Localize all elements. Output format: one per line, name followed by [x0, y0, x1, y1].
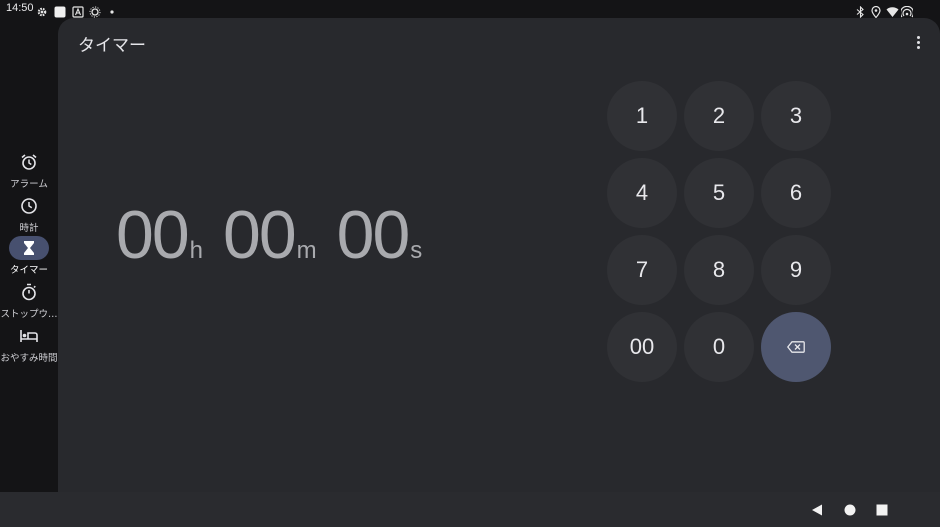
hourglass-icon: [24, 241, 34, 255]
more-notifications-dot-icon: [108, 3, 120, 15]
navigation-rail: アラーム 時計 タイマー ストップウ… おやすみ時間: [0, 18, 58, 492]
timer-seconds: 00: [336, 197, 411, 273]
keypad-key-7[interactable]: 7: [607, 235, 677, 305]
overflow-dot: [916, 35, 920, 39]
status-bar: 14:50: [0, 0, 940, 19]
keypad-key-5[interactable]: 5: [684, 158, 754, 228]
brightness-icon: [89, 3, 101, 18]
home-circle-icon: [844, 504, 856, 516]
clock-icon-container: [9, 194, 49, 218]
timer-main-panel: タイマー 00 h 00 m 00 s 1 2 3 4 5 6 7 8 9 00…: [58, 18, 940, 492]
system-navigation-bar: [0, 492, 940, 527]
overflow-menu-button[interactable]: [908, 32, 928, 52]
nav-item-timer[interactable]: タイマー: [0, 236, 58, 280]
timer-hours-unit: h: [189, 237, 203, 264]
hotspot-icon: [899, 3, 915, 18]
keypad-key-00[interactable]: 00: [607, 312, 677, 382]
bed-icon: [20, 330, 38, 342]
overflow-dot: [916, 40, 920, 44]
keypad-key-3[interactable]: 3: [761, 81, 831, 151]
recents-button[interactable]: [874, 502, 890, 518]
nav-label-timer: タイマー: [9, 265, 48, 276]
timer-minutes: 00: [223, 197, 297, 273]
nav-label-alarm: アラーム: [10, 179, 48, 190]
nav-item-clock[interactable]: 時計: [0, 194, 58, 238]
location-icon: [871, 3, 881, 19]
back-button[interactable]: [809, 502, 825, 518]
timer-minutes-unit: m: [296, 237, 317, 264]
notification-square-icon: [54, 3, 66, 18]
keypad-key-4[interactable]: 4: [607, 158, 677, 228]
backspace-icon: [787, 341, 805, 353]
keypad-key-0[interactable]: 0: [684, 312, 754, 382]
stopwatch-icon-container: [9, 280, 49, 304]
keypad-delete-button[interactable]: [761, 312, 831, 382]
bluetooth-icon: [856, 3, 865, 19]
timer-seconds-unit: s: [410, 237, 423, 264]
overflow-dot: [916, 45, 920, 49]
back-triangle-icon: [812, 504, 822, 516]
hourglass-icon-container: [9, 236, 49, 260]
home-button[interactable]: [842, 502, 858, 518]
keypad-key-8[interactable]: 8: [684, 235, 754, 305]
stopwatch-icon: [22, 283, 36, 301]
status-time: 14:50: [6, 2, 34, 14]
nav-item-alarm[interactable]: アラーム: [0, 150, 58, 194]
nav-label-bedtime: おやすみ時間: [0, 353, 58, 364]
app-a-icon: [72, 3, 84, 18]
keypad-key-2[interactable]: 2: [684, 81, 754, 151]
nav-item-stopwatch[interactable]: ストップウ…: [0, 280, 58, 324]
timer-hours: 00: [116, 197, 190, 273]
keypad-key-6[interactable]: 6: [761, 158, 831, 228]
keypad-key-9[interactable]: 9: [761, 235, 831, 305]
keypad-key-1[interactable]: 1: [607, 81, 677, 151]
alarm-icon-container: [9, 150, 49, 174]
page-title: タイマー: [78, 36, 146, 56]
timer-display: 00 h 00 m 00 s: [116, 196, 422, 274]
clock-icon: [21, 198, 37, 214]
bed-icon-container: [9, 324, 49, 348]
settings-gear-icon: [36, 3, 48, 17]
recents-square-icon: [876, 504, 888, 516]
wifi-icon: [886, 3, 899, 17]
alarm-icon: [21, 154, 37, 170]
nav-item-bedtime[interactable]: おやすみ時間: [0, 324, 58, 368]
nav-label-stopwatch: ストップウ…: [0, 309, 58, 320]
nav-label-clock: 時計: [19, 223, 39, 234]
